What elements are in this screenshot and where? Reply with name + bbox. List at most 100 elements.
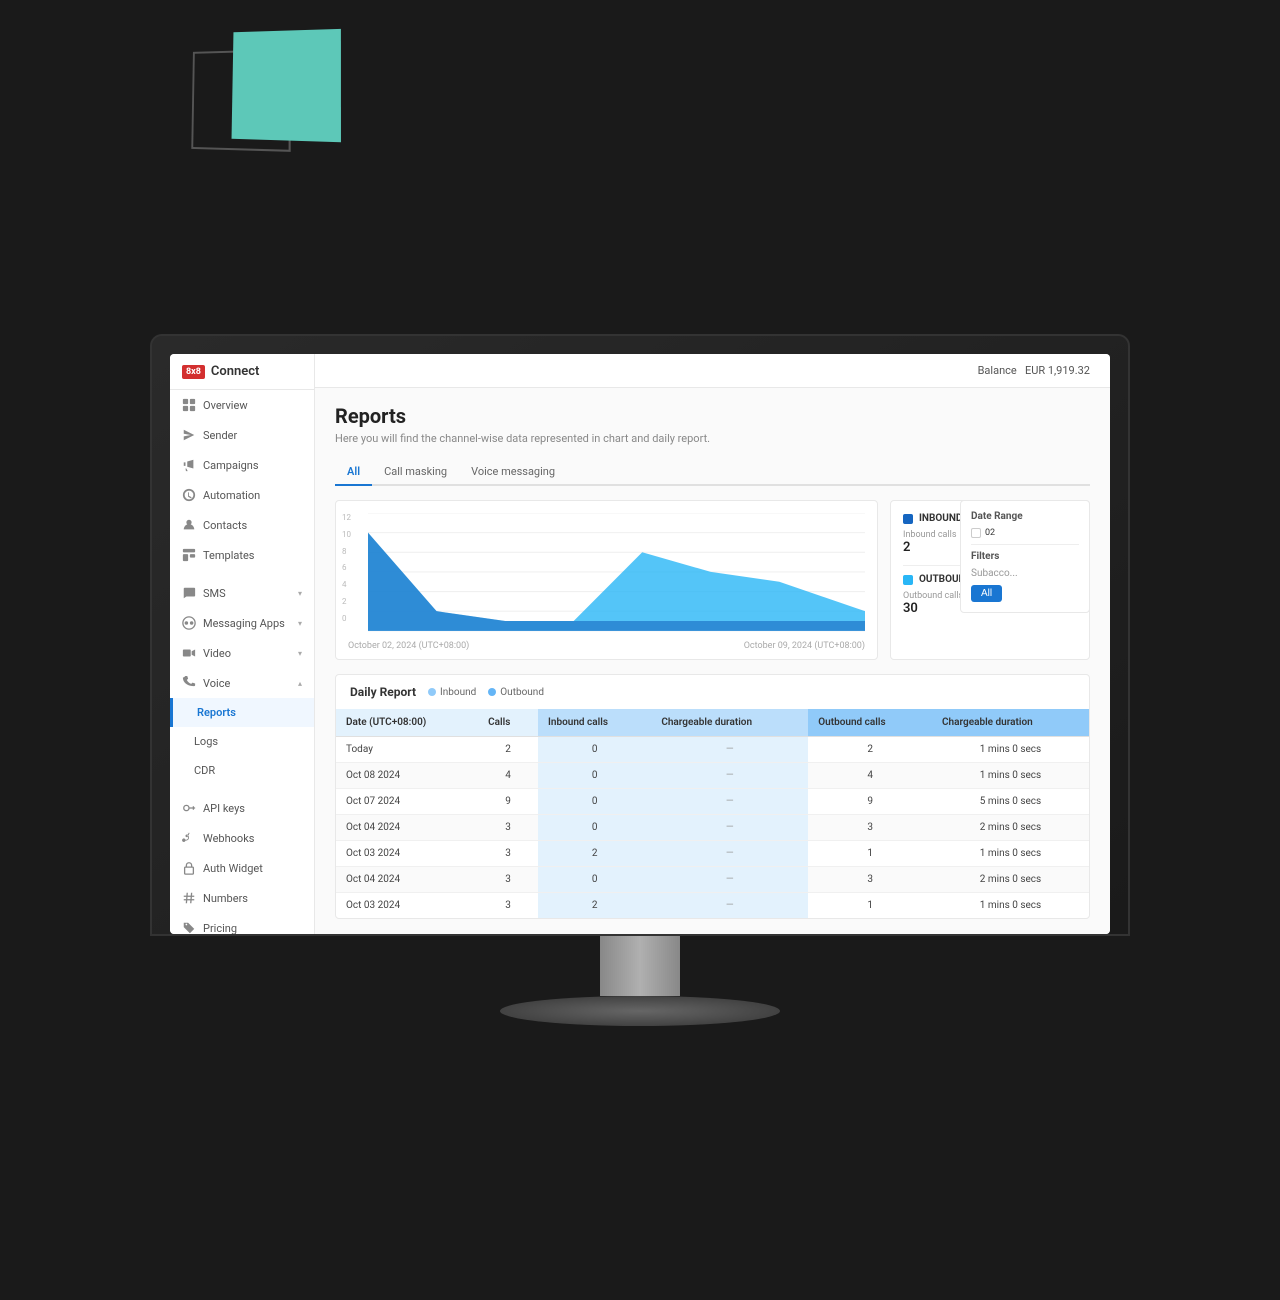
cell-chargeable2: 1 mins 0 secs <box>932 737 1089 763</box>
daily-report: Daily Report Inbound Outbound <box>335 674 1090 919</box>
legend-label-outbound: Outbound <box>500 687 544 698</box>
tab-call-masking[interactable]: Call masking <box>372 459 459 484</box>
video-chevron: ▾ <box>298 649 302 658</box>
cell-chargeable1: — <box>651 763 808 789</box>
cell-chargeable1: — <box>651 867 808 893</box>
sidebar-item-voice[interactable]: Voice ▴ <box>170 668 314 698</box>
cell-calls: 3 <box>478 867 538 893</box>
cell-chargeable2: 1 mins 0 secs <box>932 893 1089 919</box>
date-range-row: 02 <box>971 528 1079 538</box>
sidebar-label-logs: Logs <box>194 735 218 748</box>
voice-icon <box>182 676 196 690</box>
sidebar-item-api-keys[interactable]: API keys <box>170 793 314 823</box>
send-icon <box>182 428 196 442</box>
cell-inbound: 0 <box>538 737 651 763</box>
auth-icon <box>182 861 196 875</box>
monitor-screen: 8x8 Connect Overview Sender Campa <box>170 354 1110 934</box>
chart-end-date: October 09, 2024 (UTC+08:00) <box>744 641 865 651</box>
subaccount-label: Subacco... <box>971 568 1079 579</box>
grid-icon <box>182 398 196 412</box>
sidebar-item-campaigns[interactable]: Campaigns <box>170 450 314 480</box>
sidebar-item-automation[interactable]: Automation <box>170 480 314 510</box>
key-icon <box>182 801 196 815</box>
sidebar-label-sender: Sender <box>203 429 237 442</box>
tabs-bar: All Call masking Voice messaging <box>335 459 1090 486</box>
sidebar-label-templates: Templates <box>203 549 254 562</box>
cell-date: Oct 04 2024 <box>336 867 478 893</box>
all-filter-button[interactable]: All <box>971 585 1002 602</box>
cell-outbound: 3 <box>808 867 932 893</box>
sidebar-item-sender[interactable]: Sender <box>170 420 314 450</box>
cell-outbound: 2 <box>808 737 932 763</box>
messaging-chevron: ▾ <box>298 619 302 628</box>
sidebar-item-contacts[interactable]: Contacts <box>170 510 314 540</box>
col-outbound-calls: Outbound calls <box>808 709 932 737</box>
sidebar-item-webhooks[interactable]: Webhooks <box>170 823 314 853</box>
sidebar-item-pricing[interactable]: Pricing <box>170 913 314 934</box>
main-header: Balance EUR 1,919.32 <box>315 354 1110 388</box>
sidebar-item-overview[interactable]: Overview <box>170 390 314 420</box>
sidebar-item-messaging-apps[interactable]: Messaging Apps ▾ <box>170 608 314 638</box>
templates-icon <box>182 548 196 562</box>
cell-inbound: 2 <box>538 893 651 919</box>
cell-outbound: 3 <box>808 815 932 841</box>
sidebar-label-webhooks: Webhooks <box>203 832 254 845</box>
sidebar-item-numbers[interactable]: Numbers <box>170 883 314 913</box>
cell-chargeable1: — <box>651 737 808 763</box>
cell-chargeable1: — <box>651 841 808 867</box>
legend-dot-outbound <box>488 688 496 696</box>
cell-inbound: 0 <box>538 789 651 815</box>
report-title: Daily Report <box>350 685 416 699</box>
tab-all[interactable]: All <box>335 459 372 486</box>
cell-calls: 3 <box>478 841 538 867</box>
sidebar-label-voice: Voice <box>203 677 230 690</box>
inbound-calls-label: Inbound calls <box>903 530 956 540</box>
app-layout: 8x8 Connect Overview Sender Campa <box>170 354 1110 934</box>
table-row: Oct 07 2024 9 0 — 9 5 mins 0 secs <box>336 789 1089 815</box>
sidebar-label-numbers: Numbers <box>203 892 248 905</box>
video-icon <box>182 646 196 660</box>
sidebar-item-cdr[interactable]: CDR <box>170 756 314 785</box>
tab-voice-messaging[interactable]: Voice messaging <box>459 459 567 484</box>
cell-outbound: 1 <box>808 841 932 867</box>
col-date: Date (UTC+08:00) <box>336 709 478 737</box>
sidebar-label-pricing: Pricing <box>203 922 237 935</box>
legend-label-inbound: Inbound <box>440 687 476 698</box>
filters-panel: Date Range 02 Filters Subacco... All <box>960 500 1090 613</box>
sidebar-label-reports: Reports <box>197 706 236 719</box>
inbound-calls-value: 2 <box>903 540 956 555</box>
cell-chargeable2: 1 mins 0 secs <box>932 841 1089 867</box>
sidebar-label-campaigns: Campaigns <box>203 459 259 472</box>
sidebar-item-video[interactable]: Video ▾ <box>170 638 314 668</box>
cell-inbound: 2 <box>538 841 651 867</box>
date-checkbox-label: 02 <box>985 528 995 538</box>
balance-value: EUR 1,919.32 <box>1025 364 1090 377</box>
col-chargeable-1: Chargeable duration <box>651 709 808 737</box>
sidebar-label-cdr: CDR <box>194 764 215 777</box>
sidebar-item-reports[interactable]: Reports <box>170 698 314 727</box>
sidebar-label-api-keys: API keys <box>203 802 245 815</box>
cell-outbound: 1 <box>808 893 932 919</box>
sidebar-item-logs[interactable]: Logs <box>170 727 314 756</box>
y-axis-labels: 121086420 <box>342 513 351 623</box>
cell-date: Oct 08 2024 <box>336 763 478 789</box>
sidebar: 8x8 Connect Overview Sender Campa <box>170 354 315 934</box>
legend-dot-inbound <box>428 688 436 696</box>
sms-chevron: ▾ <box>298 589 302 598</box>
col-chargeable-2: Chargeable duration <box>932 709 1089 737</box>
outbound-calls-value: 30 <box>903 601 963 616</box>
balance-label: Balance <box>978 364 1017 377</box>
monitor: 8x8 Connect Overview Sender Campa <box>150 334 1130 1026</box>
page-subtitle: Here you will find the channel-wise data… <box>335 432 1090 445</box>
hash-icon <box>182 891 196 905</box>
sidebar-item-sms[interactable]: SMS ▾ <box>170 578 314 608</box>
cell-calls: 9 <box>478 789 538 815</box>
sidebar-item-auth-widget[interactable]: Auth Widget <box>170 853 314 883</box>
cell-calls: 3 <box>478 893 538 919</box>
inbound-calls-metric: Inbound calls 2 <box>903 530 956 555</box>
sidebar-item-templates[interactable]: Templates <box>170 540 314 570</box>
chart-dates: October 02, 2024 (UTC+08:00) October 09,… <box>348 641 865 651</box>
legend-inbound: Inbound <box>428 687 476 698</box>
page-title: Reports <box>335 404 1090 428</box>
date-checkbox[interactable] <box>971 528 981 538</box>
